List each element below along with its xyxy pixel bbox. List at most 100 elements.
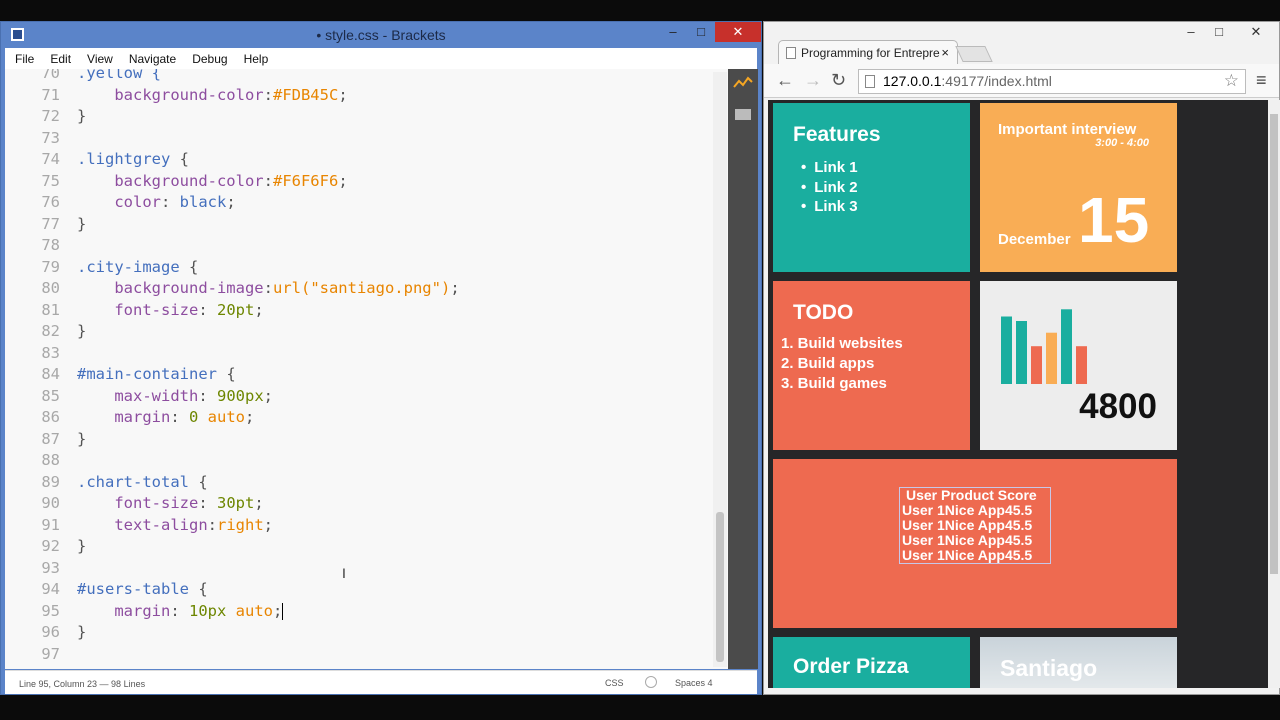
menu-view[interactable]: View <box>87 52 113 66</box>
tab-programming[interactable]: Programming for Entrepre × <box>778 40 958 64</box>
code-line[interactable]: 92} <box>5 536 715 558</box>
code-token: background-color <box>77 171 264 190</box>
minimize-button[interactable]: – <box>659 22 687 42</box>
bookmark-star-icon[interactable]: ☆ <box>1224 71 1239 91</box>
code-line[interactable]: 72} <box>5 106 715 128</box>
forward-icon[interactable]: → <box>804 70 822 91</box>
code-line[interactable]: 81 font-size: 20pt; <box>5 300 715 322</box>
linter-icon[interactable] <box>645 676 657 688</box>
code-line[interactable]: 85 max-width: 900px; <box>5 386 715 408</box>
code-editor[interactable]: 70 .yellow {71 background-color:#FDB45C; 7… <box>5 69 728 669</box>
code-line[interactable]: 97 <box>5 644 715 666</box>
scroll-thumb[interactable] <box>1270 114 1278 574</box>
maximize-button[interactable]: □ <box>1205 22 1233 42</box>
code-line[interactable]: 86 margin: 0 auto; <box>5 407 715 429</box>
editor-scrollbar[interactable] <box>713 72 727 667</box>
code-token: : <box>170 601 189 620</box>
maximize-button[interactable]: □ <box>687 22 715 42</box>
feature-link-2[interactable]: Link 2 <box>801 178 857 198</box>
todo-item: 2. Build apps <box>781 355 875 372</box>
menu-edit[interactable]: Edit <box>50 52 71 66</box>
chart-bar <box>1001 316 1012 384</box>
line-number: 97 <box>41 644 60 663</box>
line-number: 94 <box>41 580 60 598</box>
code-line[interactable]: 87} <box>5 429 715 451</box>
code-line[interactable]: 75 background-color:#F6F6F6; <box>5 171 715 193</box>
code-text: } <box>77 106 86 128</box>
code-line[interactable]: 76 color: black; <box>5 192 715 214</box>
code-line[interactable]: 88 <box>5 450 715 472</box>
event-day: 15 <box>1078 184 1150 256</box>
code-token: 900px <box>217 386 264 405</box>
code-token: url( <box>272 279 311 297</box>
reload-icon[interactable]: ↻ <box>831 70 846 91</box>
code-text: #users-table { <box>77 579 208 601</box>
code-line[interactable]: 79 .city-image { <box>5 257 715 279</box>
feature-link-1[interactable]: Link 1 <box>801 158 857 178</box>
line-number: 70 <box>41 69 60 82</box>
page-info-icon[interactable] <box>865 75 875 88</box>
code-token: : <box>263 171 273 190</box>
event-month: December <box>998 231 1071 248</box>
page-scrollbar[interactable] <box>1268 100 1280 688</box>
back-icon[interactable]: ← <box>776 70 794 91</box>
code-line[interactable]: 94 #users-table { <box>5 579 715 601</box>
code-text: background-color:#FDB45C; <box>77 85 347 107</box>
line-number: 85 <box>41 386 60 405</box>
users-table: User Product Score User 1Nice App45.5 Us… <box>899 487 1051 564</box>
chart-tile: 4800 <box>980 281 1177 450</box>
code-line[interactable]: 98 <box>5 665 715 669</box>
live-preview-icon[interactable] <box>728 69 758 129</box>
code-line[interactable]: 90 font-size: 30pt; <box>5 493 715 515</box>
code-token: "santiago.png" <box>310 279 441 297</box>
close-button[interactable]: ✕ <box>715 22 761 42</box>
code-line[interactable]: 71 background-color:#FDB45C; <box>5 85 715 107</box>
code-line[interactable]: 95 margin: 10px auto; <box>5 601 715 623</box>
code-token: max-width <box>77 386 199 405</box>
code-line[interactable]: 84 #main-container { <box>5 364 715 386</box>
new-tab-button[interactable] <box>955 46 993 62</box>
menu-debug[interactable]: Debug <box>192 52 227 66</box>
line-number: 75 <box>41 171 60 190</box>
code-token: : <box>198 300 217 319</box>
feature-link-3[interactable]: Link 3 <box>801 197 857 217</box>
close-button[interactable]: ✕ <box>1233 22 1279 42</box>
todo-list: 1. Build websites 2. Build apps 3. Build… <box>781 334 903 394</box>
code-token: ; <box>263 515 274 534</box>
code-line[interactable]: 91 text-align:right; <box>5 515 715 537</box>
code-text: background-color:#F6F6F6; <box>77 171 347 193</box>
code-token: : <box>161 193 180 211</box>
code-text: } <box>77 536 86 558</box>
city-title: Santiago <box>1000 655 1098 681</box>
address-bar[interactable]: 127.0.0.1:49177/index.html ☆ <box>858 69 1246 94</box>
line-number: 73 <box>41 128 60 147</box>
chrome-menu-icon[interactable]: ≡ <box>1256 70 1267 91</box>
language-mode[interactable]: CSS <box>605 678 624 688</box>
scroll-thumb[interactable] <box>716 512 724 662</box>
bar-chart <box>1001 309 1087 384</box>
code-line[interactable]: 83 <box>5 343 715 365</box>
line-number: 95 <box>41 601 60 620</box>
line-number: 93 <box>41 558 60 577</box>
code-line[interactable]: 93 <box>5 558 715 580</box>
menu-file[interactable]: File <box>15 52 34 66</box>
code-line[interactable]: 80 background-image:url("santiago.png"); <box>5 278 715 300</box>
code-line[interactable]: 74 .lightgrey { <box>5 149 715 171</box>
line-number: 87 <box>41 429 60 448</box>
code-line[interactable]: 89 .chart-total { <box>5 472 715 494</box>
code-line[interactable]: 82} <box>5 321 715 343</box>
code-line[interactable]: 78 <box>5 235 715 257</box>
menu-navigate[interactable]: Navigate <box>129 52 176 66</box>
minimize-button[interactable]: – <box>1177 22 1205 42</box>
code-line[interactable]: 70 .yellow { <box>5 69 715 85</box>
code-line[interactable]: 77} <box>5 214 715 236</box>
line-number: 86 <box>41 408 60 426</box>
indent-setting[interactable]: Spaces 4 <box>675 678 713 688</box>
code-token: font-size <box>77 300 199 319</box>
tab-close-icon[interactable]: × <box>941 45 949 60</box>
menu-help[interactable]: Help <box>244 52 269 66</box>
code-line[interactable]: 73 <box>5 128 715 150</box>
code-line[interactable]: 96} <box>5 622 715 644</box>
code-token: ; <box>273 601 283 620</box>
code-text: background-image:url("santiago.png"); <box>77 278 459 300</box>
